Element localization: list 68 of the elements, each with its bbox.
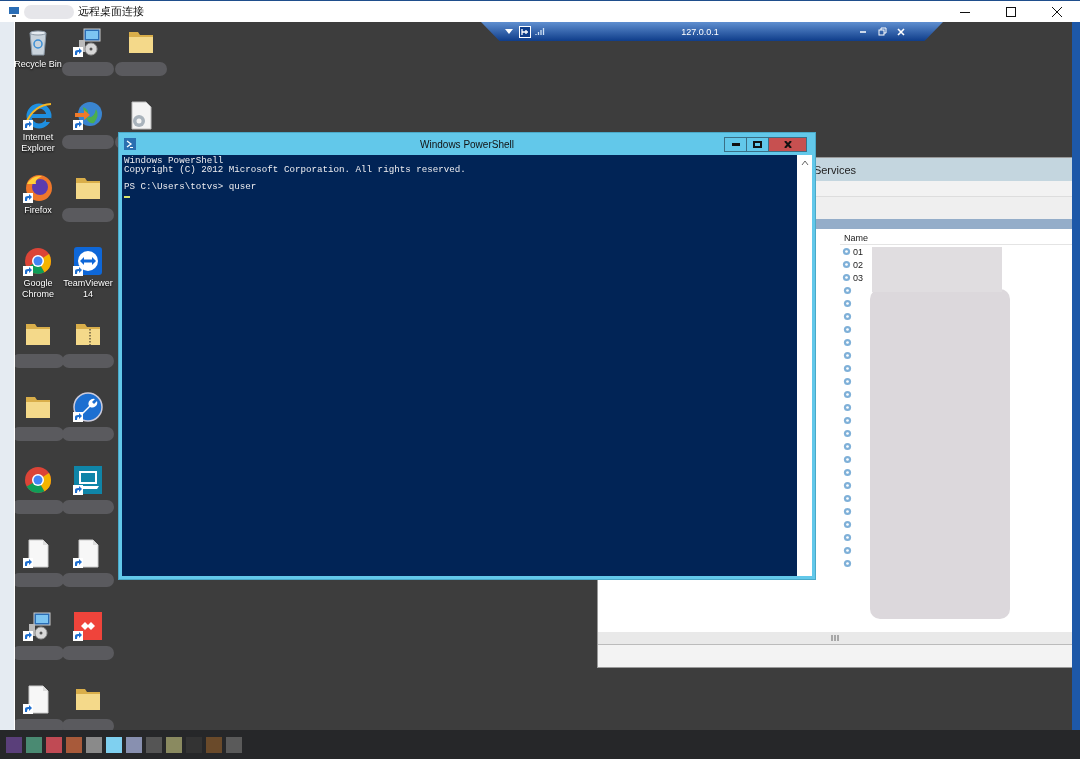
minimize-icon [731, 142, 740, 146]
blurred-taskbar-icon[interactable] [86, 736, 102, 753]
installer-icon[interactable] [72, 26, 104, 58]
close-icon [783, 140, 792, 148]
minimize-button[interactable] [724, 136, 747, 152]
blurred-label [15, 719, 64, 730]
pin-icon[interactable] [519, 25, 531, 38]
blurred-label [62, 500, 114, 514]
console-cursor [124, 195, 130, 198]
chrome-icon[interactable] [22, 464, 54, 496]
globe-icon[interactable] [72, 99, 104, 131]
firefox-icon[interactable] [22, 172, 54, 204]
blurred-label [15, 427, 64, 441]
window-title: Services [813, 163, 857, 176]
blurred-label [15, 500, 64, 514]
blurred-label [62, 62, 114, 76]
blurred-taskbar-icon[interactable] [166, 736, 182, 753]
blurred-label [62, 354, 114, 368]
close-button[interactable] [768, 136, 807, 152]
installer-icon[interactable] [22, 610, 54, 642]
window-title: 远程桌面连接 [78, 4, 144, 19]
blurred-taskbar-icon[interactable] [126, 736, 142, 753]
restore-icon [877, 27, 887, 36]
blurred-label [62, 208, 114, 222]
maximize-icon [753, 140, 762, 148]
console-line: Copyright (C) 2012 Microsoft Corporation. All rights reserved. [124, 165, 467, 175]
blurred-label [15, 573, 64, 587]
prompt-icon [124, 138, 136, 150]
console-line: PS C:\Users\totvs> quser [124, 182, 258, 192]
blurred-label [24, 4, 74, 19]
icon-label: Google Chrome [21, 278, 55, 300]
icon-label: Recycle Bin [15, 59, 63, 70]
close-icon [897, 27, 905, 36]
laptop-icon[interactable] [72, 464, 104, 496]
dev-tool-icon[interactable] [72, 391, 104, 423]
service-name[interactable]: 03 [853, 272, 863, 283]
icon-label: TeamViewer 14 [62, 278, 114, 300]
remote-app-icon[interactable] [72, 610, 104, 642]
teamviewer-icon[interactable] [72, 245, 104, 277]
grip-icon [831, 635, 839, 641]
blurred-label [62, 573, 114, 587]
blurred-label [62, 719, 114, 730]
blurred-taskbar-icon[interactable] [106, 736, 122, 753]
service-name[interactable]: 02 [853, 259, 863, 270]
console-line: Windows PowerShell [124, 157, 225, 166]
vertical-scrollbar[interactable] [797, 155, 812, 576]
blurred-label [115, 62, 167, 76]
chrome-icon[interactable] [22, 245, 54, 277]
blurred-label [62, 135, 114, 149]
host-address: 127.0.0.1 [680, 26, 720, 37]
blurred-label [62, 427, 114, 441]
maximize-icon [1006, 6, 1016, 17]
computer-icon [8, 5, 20, 18]
minimize-icon [859, 30, 867, 33]
blurred-label [15, 354, 64, 368]
close-icon [1052, 6, 1062, 17]
icon-label: Internet Explorer [20, 132, 56, 154]
blurred-label [15, 646, 64, 660]
service-name[interactable]: 01 [853, 246, 863, 257]
window-title: Windows PowerShell [420, 138, 514, 150]
caret-icon[interactable] [505, 28, 513, 35]
horizontal-scrollbar[interactable] [598, 632, 1072, 644]
blurred-label [62, 646, 114, 660]
signal-icon [535, 27, 545, 36]
blurred-taskbar-icon[interactable] [26, 736, 42, 753]
column-header[interactable]: Name [844, 233, 868, 243]
maximize-button[interactable] [746, 136, 769, 152]
icon-label: Firefox [23, 205, 53, 216]
